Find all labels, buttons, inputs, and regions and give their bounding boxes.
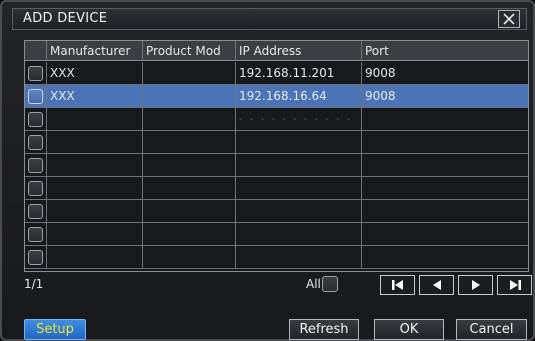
table-row[interactable] <box>25 246 528 269</box>
row-select-cell <box>25 131 47 153</box>
header-product-model[interactable]: Product Mod <box>143 41 236 60</box>
cell-ip-address: 192.168.11.201 <box>236 62 362 84</box>
setup-button[interactable]: Setup <box>24 319 86 340</box>
table-row[interactable] <box>25 223 528 246</box>
close-button[interactable] <box>498 10 520 28</box>
cell-port: 9008 <box>365 66 396 80</box>
cell-port <box>362 223 528 245</box>
table-header: Manufacturer Product Mod IP Address Port <box>25 41 528 61</box>
next-page-button[interactable] <box>458 275 493 295</box>
add-device-dialog: ADD DEVICE Manufacturer Product Mod IP A… <box>0 0 535 341</box>
row-checkbox[interactable] <box>28 203 43 219</box>
cell-product-model <box>143 85 236 107</box>
row-select-cell <box>25 108 47 130</box>
select-all-checkbox[interactable] <box>322 276 338 292</box>
cell-product-model <box>143 131 236 153</box>
cell-manufacturer <box>47 177 143 199</box>
close-icon <box>503 13 515 25</box>
cell-ip-address: 192.168.16.64 <box>236 85 362 107</box>
row-checkbox[interactable] <box>28 249 43 265</box>
cell-ip-address <box>236 131 362 153</box>
first-page-icon <box>391 280 403 290</box>
cell-product-model <box>143 223 236 245</box>
row-select-cell <box>25 62 47 84</box>
cell-ip-address <box>236 223 362 245</box>
cell-manufacturer <box>47 223 143 245</box>
cell-manufacturer: XXX <box>47 85 143 107</box>
row-select-cell <box>25 85 47 107</box>
cell-port <box>362 154 528 176</box>
cell-manufacturer <box>47 200 143 222</box>
table-row[interactable]: XXX 192.168.11.201 9008 <box>25 62 528 85</box>
dialog-title: ADD DEVICE <box>23 11 108 26</box>
cell-manufacturer: XXX <box>47 62 143 84</box>
prev-page-icon <box>432 280 441 290</box>
cell-port <box>362 131 528 153</box>
row-checkbox[interactable] <box>28 226 43 242</box>
cell-product-model <box>143 246 236 268</box>
header-select-column <box>25 41 47 60</box>
cell-ip-placeholder: - - - - - - - - - - - <box>236 108 362 130</box>
row-checkbox[interactable] <box>28 157 43 173</box>
cell-port <box>362 246 528 268</box>
last-page-icon <box>509 280 521 290</box>
refresh-button[interactable]: Refresh <box>289 319 359 340</box>
select-all-label: All <box>306 277 321 291</box>
ok-button[interactable]: OK <box>374 319 444 340</box>
header-manufacturer[interactable]: Manufacturer <box>47 41 143 60</box>
next-page-icon <box>471 280 480 290</box>
header-ip-address[interactable]: IP Address <box>236 41 362 60</box>
cell-port <box>362 200 528 222</box>
cell-port: 9008 <box>365 89 396 103</box>
cell-product-model <box>143 62 236 84</box>
cell-manufacturer <box>47 246 143 268</box>
cell-ip-address <box>236 177 362 199</box>
row-checkbox[interactable] <box>28 134 43 150</box>
row-checkbox[interactable] <box>28 180 43 196</box>
prev-page-button[interactable] <box>419 275 454 295</box>
cell-manufacturer <box>47 131 143 153</box>
table-row[interactable]: - - - - - - - - - - - <box>25 108 528 131</box>
cell-ip-address <box>236 154 362 176</box>
row-checkbox[interactable] <box>28 111 43 127</box>
table-row[interactable] <box>25 131 528 154</box>
table-row[interactable] <box>25 154 528 177</box>
cell-product-model <box>143 108 236 130</box>
row-select-cell <box>25 177 47 199</box>
cell-product-model <box>143 154 236 176</box>
last-page-button[interactable] <box>497 275 532 295</box>
cell-port <box>362 108 528 130</box>
table-row[interactable]: XXX 192.168.16.64 9008 <box>25 85 528 108</box>
header-port[interactable]: Port <box>362 41 528 60</box>
row-checkbox[interactable] <box>28 88 43 104</box>
device-table: Manufacturer Product Mod IP Address Port… <box>24 40 529 272</box>
cell-manufacturer <box>47 154 143 176</box>
row-select-cell <box>25 246 47 268</box>
pagination-bar: 1/1 All <box>24 274 532 296</box>
cell-ip-address <box>236 246 362 268</box>
cell-product-model <box>143 177 236 199</box>
cell-port <box>362 177 528 199</box>
cancel-button[interactable]: Cancel <box>456 319 527 340</box>
cell-manufacturer <box>47 108 143 130</box>
cell-product-model <box>143 200 236 222</box>
page-indicator: 1/1 <box>24 277 44 291</box>
row-select-cell <box>25 223 47 245</box>
row-checkbox[interactable] <box>28 65 43 81</box>
row-select-cell <box>25 200 47 222</box>
table-row[interactable] <box>25 200 528 223</box>
row-select-cell <box>25 154 47 176</box>
first-page-button[interactable] <box>380 275 415 295</box>
title-bar: ADD DEVICE <box>12 8 527 30</box>
table-row[interactable] <box>25 177 528 200</box>
cell-ip-address <box>236 200 362 222</box>
